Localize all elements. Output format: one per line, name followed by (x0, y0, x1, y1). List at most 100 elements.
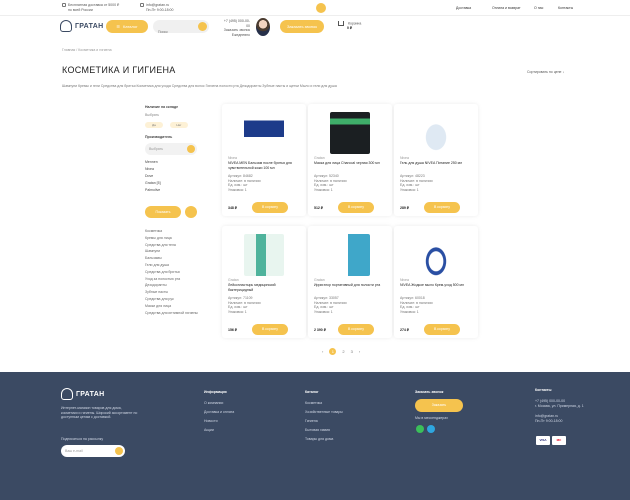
product-card[interactable]: Gratan Маска для лица Charcoal черная 30… (308, 104, 392, 216)
product-image[interactable] (416, 112, 456, 154)
send-icon[interactable] (115, 447, 123, 455)
footer-link[interactable]: Товары для дома (305, 435, 343, 444)
footer-link[interactable]: Гигиена (305, 417, 343, 426)
search-box[interactable] (153, 20, 209, 39)
add-to-cart-button[interactable]: В корзину (424, 202, 460, 213)
product-image[interactable] (244, 234, 284, 276)
category-link[interactable]: Средства для рук (145, 296, 200, 303)
brand-option[interactable]: Dove (145, 173, 200, 180)
product-name[interactable]: Гель для душа NIVEA Питание 250 мл (400, 161, 472, 166)
category-link[interactable]: Средства для тела (145, 242, 200, 249)
nav-about[interactable]: О нас (534, 6, 543, 10)
product-card[interactable]: Gratan Лейкопластырь медицинский бактери… (222, 226, 306, 338)
category-link[interactable]: Шампуни (145, 248, 200, 255)
product-image[interactable] (330, 112, 370, 154)
category-link[interactable]: Средства для интимной гигиены (145, 310, 200, 317)
brand-select[interactable]: Выбрать (145, 143, 197, 155)
footer-catalog-column: Каталог Косметика Хозяйственные товары Г… (305, 388, 343, 444)
next-page-icon[interactable]: › (359, 349, 360, 354)
footer-link[interactable]: О компании (204, 399, 234, 408)
breadcrumb[interactable]: Главная / Косметика и гигиена (62, 48, 112, 52)
callback-button[interactable]: Заказать звонок (280, 20, 324, 33)
category-link[interactable]: Дезодоранты (145, 282, 200, 289)
footer-link[interactable]: Хозяйственные товары (305, 408, 343, 417)
add-to-cart-button[interactable]: В корзину (252, 324, 288, 335)
reset-filter-icon[interactable] (185, 206, 197, 218)
footer: ГРАТАН Интернет-магазин товаров для дома… (0, 372, 630, 500)
product-name[interactable]: NIVEA MEN Бальзам после бритья для чувст… (228, 161, 300, 170)
footer-callback-button[interactable]: Заказать (415, 399, 463, 412)
page-link-current[interactable]: 1 (329, 348, 337, 355)
telegram-icon[interactable] (427, 425, 435, 433)
footer-link[interactable]: Косметика (305, 399, 343, 408)
brand-option[interactable]: Gratan [5] (145, 180, 200, 187)
product-name[interactable]: NIVEA Жидкое мыло Крем-уход 500 мл (400, 283, 472, 288)
category-link[interactable]: Бальзамы (145, 255, 200, 262)
nav-delivery[interactable]: Доставка (456, 6, 471, 10)
footer-link[interactable]: Доставка и оплата (204, 408, 234, 417)
product-meta: Артикул: 71109 Наличие: в наличии Ед. из… (228, 296, 261, 314)
add-to-cart-button[interactable]: В корзину (252, 202, 288, 213)
header-phone[interactable]: +7 (495) 000-00-00 (220, 19, 250, 28)
category-link[interactable]: Средства для бритья (145, 269, 200, 276)
product-card[interactable]: Nivea NIVEA Жидкое мыло Крем-уход 500 мл… (394, 226, 478, 338)
footer-column-title: Информация (204, 390, 227, 394)
prev-page-icon[interactable]: ‹ (322, 349, 323, 354)
whatsapp-icon[interactable] (416, 425, 424, 433)
footer-link[interactable]: Бытовая химия (305, 426, 343, 435)
truck-icon (62, 3, 66, 8)
brand-option[interactable]: Palmolive (145, 187, 200, 194)
subscribe-input[interactable]: Ваш e-mail (61, 445, 125, 457)
product-pack: Упаковка: 1 (228, 309, 247, 314)
visa-icon: VISA (536, 436, 550, 445)
top-bar: Бесплатная доставка от 5000 ₽ по всей Ро… (0, 0, 630, 16)
sort-control[interactable]: Сортировать по цене ↓ (527, 70, 564, 74)
product-image[interactable] (416, 234, 456, 276)
product-name[interactable]: Лейкопластырь медицинский бактерицидный (228, 283, 300, 292)
product-card[interactable]: Nivea Гель для душа NIVEA Питание 250 мл… (394, 104, 478, 216)
product-card[interactable]: Nivea NIVEA MEN Бальзам после бритья для… (222, 104, 306, 216)
subcategory-links[interactable]: Шампуни Кремы и гели Средства для бритья… (62, 84, 490, 88)
add-to-cart-button[interactable]: В корзину (424, 324, 460, 335)
add-to-cart-button[interactable]: В корзину (338, 324, 374, 335)
footer-link[interactable]: Новости (204, 417, 234, 426)
footer-link[interactable]: Акции (204, 426, 234, 435)
menu-icon: ☰ (116, 24, 121, 29)
brand-option[interactable]: Nivea (145, 166, 200, 173)
product-brand: Nivea (400, 156, 409, 160)
footer-column-title: Заказать звонок (415, 390, 444, 394)
category-link[interactable]: Косметика (145, 228, 200, 235)
logo-icon (61, 388, 73, 400)
product-price: 156 ₽ (228, 328, 238, 332)
product-image[interactable] (330, 234, 370, 276)
filter-chip-yes[interactable]: Да (145, 122, 163, 128)
header-contact-line[interactable]: Заказать звонок (220, 28, 250, 33)
apply-filter-button[interactable]: Показать (145, 206, 181, 218)
logo[interactable]: ГРАТАН (60, 20, 103, 32)
search-input[interactable] (153, 25, 195, 39)
search-icon[interactable] (198, 22, 207, 31)
category-link[interactable]: Зубные пасты (145, 289, 200, 296)
top-email[interactable]: info@gratan.ru (146, 3, 169, 7)
category-link[interactable]: Гели для душа (145, 262, 200, 269)
product-name[interactable]: Маска для лица Charcoal черная 300 мл (314, 161, 386, 166)
catalog-button[interactable]: ☰ Каталог (106, 20, 148, 33)
mail-info: info@gratan.ru Пн-Пт 9:00-18:00 (140, 3, 173, 12)
brand-option[interactable]: Mennen (145, 159, 200, 166)
add-to-cart-button[interactable]: В корзину (338, 202, 374, 213)
category-link[interactable]: Кремы для лица (145, 235, 200, 242)
nav-payment[interactable]: Оплата и возврат (492, 6, 521, 10)
cart[interactable]: Корзина 0 ₽ (338, 21, 361, 30)
product-brand: Nivea (400, 278, 409, 282)
footer-logo[interactable]: ГРАТАН (61, 388, 104, 400)
page-link[interactable]: 2 (342, 349, 344, 354)
product-image[interactable] (244, 112, 284, 154)
product-card[interactable]: Gratan Ирригатор портативный для полости… (308, 226, 392, 338)
page-link[interactable]: 3 (351, 349, 353, 354)
category-link[interactable]: Маски для лица (145, 303, 200, 310)
product-name[interactable]: Ирригатор портативный для полости рта (314, 283, 386, 288)
filter-chip-no[interactable]: Нет (169, 122, 188, 128)
category-link[interactable]: Уход за полостью рта (145, 276, 200, 283)
home-icon[interactable] (316, 3, 326, 13)
nav-contacts[interactable]: Контакты (558, 6, 573, 10)
